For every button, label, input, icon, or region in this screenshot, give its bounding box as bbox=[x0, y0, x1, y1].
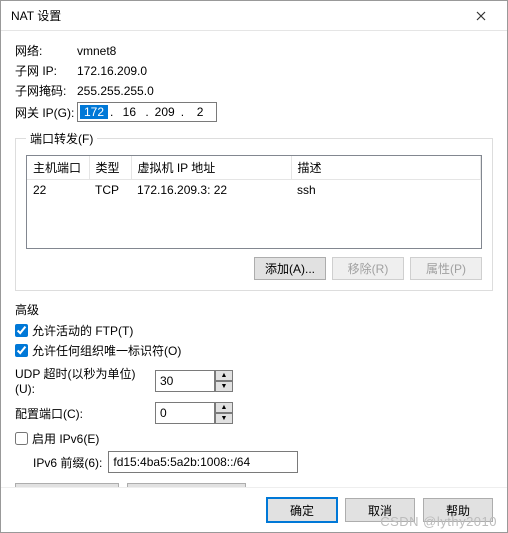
subnet-label: 子网 IP: bbox=[15, 62, 77, 79]
close-button[interactable] bbox=[461, 2, 501, 30]
gateway-label: 网关 IP(G): bbox=[15, 104, 77, 121]
allow-oui-checkbox[interactable] bbox=[15, 344, 28, 357]
udp-timeout-down[interactable]: ▼ bbox=[215, 381, 233, 392]
mask-value: 255.255.255.0 bbox=[77, 84, 154, 98]
udp-timeout-input[interactable] bbox=[155, 370, 215, 392]
allow-active-ftp-label: 允许活动的 FTP(T) bbox=[32, 322, 133, 339]
ip-octet-3[interactable]: 209 bbox=[151, 105, 179, 119]
ip-octet-1[interactable]: 172 bbox=[80, 105, 108, 119]
allow-oui-label: 允许任何组织唯一标识符(O) bbox=[32, 342, 181, 359]
dialog-content: 网络: vmnet8 子网 IP: 172.16.209.0 子网掩码: 255… bbox=[1, 31, 507, 487]
cell-host-port: 22 bbox=[27, 180, 89, 201]
port-forwarding-group: 端口转发(F) 主机端口 类型 虚拟机 IP 地址 描述 22 TCP 172.… bbox=[15, 130, 493, 291]
cell-type: TCP bbox=[89, 180, 131, 201]
close-icon bbox=[476, 11, 486, 21]
network-value: vmnet8 bbox=[77, 44, 116, 58]
config-port-label: 配置端口(C): bbox=[15, 405, 155, 422]
udp-timeout-up[interactable]: ▲ bbox=[215, 370, 233, 381]
window-title: NAT 设置 bbox=[11, 7, 61, 24]
ip-octet-2[interactable]: 16 bbox=[115, 105, 143, 119]
remove-button[interactable]: 移除(R) bbox=[332, 257, 404, 280]
ok-button[interactable]: 确定 bbox=[267, 498, 337, 522]
udp-timeout-label: UDP 超时(以秒为单位)(U): bbox=[15, 365, 155, 396]
config-port-up[interactable]: ▲ bbox=[215, 402, 233, 413]
cell-vm-ip: 172.16.209.3: 22 bbox=[131, 180, 291, 201]
col-type[interactable]: 类型 bbox=[89, 156, 131, 180]
ipv6-prefix-label: IPv6 前缀(6): bbox=[33, 454, 102, 471]
advanced-title: 高级 bbox=[15, 301, 493, 318]
mask-label: 子网掩码: bbox=[15, 82, 77, 99]
cell-description: ssh bbox=[291, 180, 481, 201]
config-port-input[interactable] bbox=[155, 402, 215, 424]
col-vm-ip[interactable]: 虚拟机 IP 地址 bbox=[131, 156, 291, 180]
enable-ipv6-label: 启用 IPv6(E) bbox=[32, 430, 99, 447]
watermark: CSDN @lythy2010 bbox=[380, 514, 497, 529]
port-forwarding-table[interactable]: 主机端口 类型 虚拟机 IP 地址 描述 22 TCP 172.16.209.3… bbox=[26, 155, 482, 249]
allow-active-ftp-checkbox[interactable] bbox=[15, 324, 28, 337]
gateway-ip-input[interactable]: 172. 16. 209. 2 bbox=[77, 102, 217, 122]
config-port-down[interactable]: ▼ bbox=[215, 413, 233, 424]
enable-ipv6-checkbox[interactable] bbox=[15, 432, 28, 445]
ipv6-prefix-input[interactable] bbox=[108, 451, 298, 473]
nat-settings-dialog: NAT 设置 网络: vmnet8 子网 IP: 172.16.209.0 子网… bbox=[0, 0, 508, 533]
col-description[interactable]: 描述 bbox=[291, 156, 481, 180]
table-row[interactable]: 22 TCP 172.16.209.3: 22 ssh bbox=[27, 180, 481, 201]
titlebar: NAT 设置 bbox=[1, 1, 507, 31]
network-label: 网络: bbox=[15, 42, 77, 59]
add-button[interactable]: 添加(A)... bbox=[254, 257, 326, 280]
subnet-value: 172.16.209.0 bbox=[77, 64, 147, 78]
col-host-port[interactable]: 主机端口 bbox=[27, 156, 89, 180]
properties-button[interactable]: 属性(P) bbox=[410, 257, 482, 280]
ip-octet-4[interactable]: 2 bbox=[186, 105, 214, 119]
port-forwarding-legend: 端口转发(F) bbox=[26, 130, 97, 147]
